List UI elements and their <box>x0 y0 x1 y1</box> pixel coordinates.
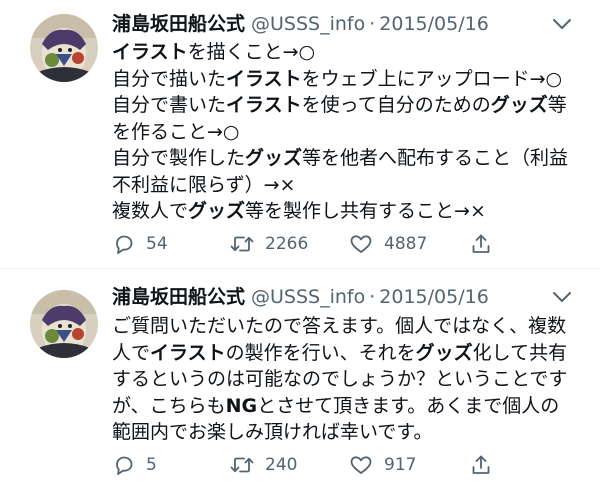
text-run: イラスト <box>226 94 302 116</box>
text-run: を描くこと→○ <box>187 41 316 63</box>
like-button[interactable]: 4887 <box>348 229 427 259</box>
text-run: ご質問いただいたので答えます。個人ではなく、複数 <box>112 315 567 337</box>
tweet-text-line: 範囲内でお楽しみ頂ければ幸いです。 <box>112 419 582 446</box>
text-run: イラスト <box>150 341 226 364</box>
tweet-text-line: ご質問いただいたので答えます。個人ではなく、複数 <box>112 313 582 340</box>
text-run: を作ること→○ <box>112 120 240 143</box>
tweet[interactable]: 浦島坂田船公式 @USSS_info · 2015/05/16 ご質問いただいたので答… <box>0 269 600 500</box>
retweet-icon <box>230 457 254 473</box>
text-run: 等 <box>547 94 567 116</box>
like-count: 917 <box>384 455 417 475</box>
tweet-text-line: するというのは可能なのでしょうか？ということです <box>112 366 582 393</box>
tweet-text-line: イラストを描くこと→○ <box>112 39 582 66</box>
tweet-text-line: が、こちらもNGとさせて頂きます。あくまで個人の <box>112 393 582 420</box>
share-icon <box>472 455 490 474</box>
text-run: を使って自分のための <box>301 94 491 116</box>
text-run: NG <box>225 394 258 417</box>
text-run: するというのは可能なのでしょうか？ということです <box>112 368 568 390</box>
like-count: 4887 <box>384 234 428 254</box>
chevron-down-icon[interactable] <box>550 287 574 307</box>
text-run: 自分で書いた <box>112 94 227 116</box>
tweet-text-line: を作ること→○ <box>112 119 582 146</box>
text-run: グッズ <box>415 341 473 364</box>
text-run: とさせて頂きます。あくまで個人の <box>257 394 560 417</box>
text-run: 複数人で <box>112 200 189 222</box>
retweet-button[interactable]: 2266 <box>229 229 308 259</box>
avatar[interactable] <box>30 290 98 358</box>
text-run: 自分で製作した <box>112 147 246 169</box>
reply-button[interactable]: 5 <box>112 450 157 480</box>
reply-icon <box>116 235 133 254</box>
share-button[interactable] <box>469 229 493 259</box>
text-run: の製作を行い、それを <box>225 341 416 364</box>
text-run: グッズ <box>490 94 548 116</box>
text-run: グッズ <box>245 147 303 169</box>
user-handle[interactable]: @USSS_info <box>251 13 365 35</box>
display-name[interactable]: 浦島坂田船公式 <box>112 286 245 308</box>
tweet-text-line: 自分で書いたイラストを使って自分のためのグッズ等 <box>112 92 582 119</box>
tweet-header: 浦島坂田船公式 @USSS_info · 2015/05/16 <box>112 283 560 311</box>
tweet-text-line: 自分で製作したグッズ等を他者へ配布すること（利益 <box>112 145 582 172</box>
separator-dot: · <box>369 13 376 35</box>
reply-icon <box>116 456 133 475</box>
avatar[interactable] <box>30 14 98 82</box>
tweet-text-line: 人でイラストの製作を行い、それをグッズ化して共有 <box>112 340 582 367</box>
reply-count: 54 <box>146 234 168 254</box>
retweet-count: 2266 <box>265 234 309 254</box>
text-run: 範囲内でお楽しみ頂ければ幸いです。 <box>112 421 433 443</box>
tweet-text-line: 自分で描いたイラストをウェブ上にアップロード→○ <box>112 66 582 93</box>
text-run: をウェブ上にアップロード→○ <box>301 67 563 90</box>
retweet-count: 240 <box>265 455 298 475</box>
like-button[interactable]: 917 <box>348 450 416 480</box>
heart-icon <box>350 456 372 474</box>
separator-dot: · <box>369 286 376 308</box>
text-run: 人で <box>112 341 151 364</box>
retweet-button[interactable]: 240 <box>229 450 297 480</box>
tweet-date[interactable]: 2015/05/16 <box>379 286 489 308</box>
tweet-text: イラストを描くこと→○ 自分で描いたイラストをウェブ上にアップロード→○ 自分で… <box>112 39 582 225</box>
text-run: 等を製作し共有すること→× <box>245 200 486 222</box>
text-run: グッズ <box>188 200 246 222</box>
tweet-text-line: 不利益に限らず）→× <box>112 172 582 199</box>
share-button[interactable] <box>469 450 493 480</box>
tweet-header: 浦島坂田船公式 @USSS_info · 2015/05/16 <box>112 10 560 38</box>
text-run: イラスト <box>226 67 302 90</box>
text-run: が、こちらも <box>112 394 226 417</box>
text-run: 不利益に限らず）→× <box>112 173 296 196</box>
retweet-icon <box>230 236 254 252</box>
tweet-timeline: 浦島坂田船公式 @USSS_info · 2015/05/16 イラストを描くこと→○… <box>0 0 600 500</box>
text-run: 自分で描いた <box>112 67 227 90</box>
tweet-actions: 5 240 917 <box>112 450 512 480</box>
reply-count: 5 <box>146 455 157 475</box>
user-handle[interactable]: @USSS_info <box>251 286 365 308</box>
text-run: イラスト <box>112 41 188 63</box>
chevron-down-icon[interactable] <box>550 14 574 34</box>
heart-icon <box>350 235 372 253</box>
tweet-text: ご質問いただいたので答えます。個人ではなく、複数 人でイラストの製作を行い、それ… <box>112 313 582 446</box>
text-run: 化して共有 <box>472 341 568 364</box>
tweet[interactable]: 浦島坂田船公式 @USSS_info · 2015/05/16 イラストを描くこと→○… <box>0 0 600 268</box>
text-run: 等を他者へ配布すること（利益 <box>302 147 569 169</box>
share-icon <box>472 234 490 253</box>
tweet-text-line: 複数人でグッズ等を製作し共有すること→× <box>112 198 582 225</box>
tweet-date[interactable]: 2015/05/16 <box>379 13 489 35</box>
reply-button[interactable]: 54 <box>112 229 168 259</box>
tweet-actions: 54 2266 4887 <box>112 229 512 259</box>
display-name[interactable]: 浦島坂田船公式 <box>112 13 245 35</box>
